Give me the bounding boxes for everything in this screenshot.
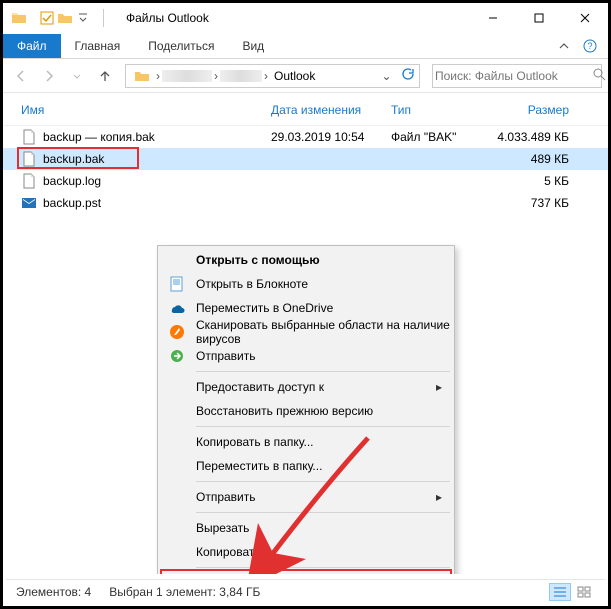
ctx-grant-access[interactable]: Предоставить доступ к▸ [160,375,452,399]
file-date: 29.03.2019 10:54 [271,130,391,144]
help-button[interactable]: ? [578,34,602,58]
refresh-button[interactable] [395,67,419,84]
file-name: backup — копия.bak [43,130,155,144]
ctx-copy-to-folder[interactable]: Копировать в папку... [160,430,452,454]
column-date[interactable]: Дата изменения [271,103,391,117]
qat-dropdown-icon[interactable] [75,10,91,26]
ctx-open-notepad[interactable]: Открыть в Блокноте [160,272,452,296]
tab-file[interactable]: Файл [3,34,61,58]
quick-access-toolbar [39,10,91,26]
ribbon-tabs: Файл Главная Поделиться Вид ? [3,33,608,59]
search-box[interactable] [432,64,602,88]
status-selection: Выбран 1 элемент: 3,84 ГБ [109,585,260,599]
file-icon [21,151,37,167]
window-title: Файлы Outlook [126,11,209,25]
ctx-create-shortcut[interactable]: Создать ярлык [160,571,452,574]
file-type: Файл "BAK" [391,130,489,144]
file-name: backup.log [43,174,101,188]
ctx-scan-virus[interactable]: Сканировать выбранные области на наличие… [160,320,452,344]
file-icon [21,173,37,189]
ctx-send-to[interactable]: Отправить [160,344,452,368]
address-segment-blurred[interactable] [220,70,262,82]
separator [103,9,104,27]
file-row[interactable]: backup.log 5 КБ [3,170,608,192]
address-dropdown-icon[interactable]: ⌄ [377,69,395,83]
ctx-open-with[interactable]: Открыть с помощью [160,248,452,272]
file-size: 5 КБ [489,174,569,188]
recent-dropdown-icon[interactable] [65,64,89,88]
separator [196,512,450,513]
ctx-send[interactable]: Отправить▸ [160,485,452,509]
up-button[interactable] [93,64,117,88]
chevron-right-icon[interactable]: › [212,69,220,83]
view-icons-button[interactable] [573,583,595,601]
send-icon [168,347,186,365]
svg-text:?: ? [587,41,592,51]
tab-share[interactable]: Поделиться [134,34,228,58]
ctx-copy[interactable]: Копировать [160,540,452,564]
search-input[interactable] [433,68,592,84]
address-segment[interactable]: Outlook [270,65,319,87]
title-bar: Файлы Outlook [3,3,608,33]
file-list-pane: Имя Дата изменения Тип Размер backup — к… [3,93,608,574]
tab-view[interactable]: Вид [228,34,278,58]
tab-home[interactable]: Главная [61,34,135,58]
address-segment-blurred[interactable] [162,70,212,82]
column-headers: Имя Дата изменения Тип Размер [3,93,608,126]
search-icon[interactable] [592,67,606,84]
status-item-count: Элементов: 4 [16,585,91,599]
context-menu: Открыть с помощью Открыть в Блокноте Пер… [157,245,455,574]
address-bar[interactable]: › › › Outlook ⌄ [125,64,420,88]
close-button[interactable] [562,3,608,33]
nav-bar: › › › Outlook ⌄ [3,59,608,93]
pst-icon [21,195,37,211]
file-row[interactable]: backup — копия.bak 29.03.2019 10:54 Файл… [3,126,608,148]
address-folder-icon [130,65,154,87]
separator [196,567,450,568]
file-icon [21,129,37,145]
column-type[interactable]: Тип [391,103,489,117]
forward-button[interactable] [37,64,61,88]
submenu-arrow-icon: ▸ [436,380,452,394]
maximize-button[interactable] [516,3,562,33]
file-name: backup.pst [43,196,101,210]
file-row[interactable]: backup.pst 737 КБ [3,192,608,214]
file-size: 489 КБ [489,152,569,166]
status-bar: Элементов: 4 Выбран 1 элемент: 3,84 ГБ [6,579,605,603]
back-button[interactable] [9,64,33,88]
notepad-icon [168,275,186,293]
separator [196,481,450,482]
onedrive-icon [168,299,186,317]
minimize-button[interactable] [470,3,516,33]
ctx-restore-previous[interactable]: Восстановить прежнюю версию [160,399,452,423]
chevron-right-icon[interactable]: › [262,69,270,83]
file-size: 4.033.489 КБ [489,130,569,144]
ctx-move-to-folder[interactable]: Переместить в папку... [160,454,452,478]
avast-icon [168,323,186,341]
qat-folder-icon[interactable] [57,10,73,26]
file-name: backup.bak [43,152,104,166]
ctx-cut[interactable]: Вырезать [160,516,452,540]
folder-icon [11,10,27,26]
chevron-right-icon[interactable]: › [154,69,162,83]
ctx-move-onedrive[interactable]: Переместить в OneDrive [160,296,452,320]
submenu-arrow-icon: ▸ [436,490,452,504]
file-row[interactable]: backup.bak 489 КБ [3,148,608,170]
column-name[interactable]: Имя [21,103,271,117]
qat-checkbox-icon[interactable] [39,10,55,26]
separator [196,371,450,372]
column-size[interactable]: Размер [489,103,569,117]
separator [196,426,450,427]
ribbon-collapse-icon[interactable] [552,34,576,58]
file-size: 737 КБ [489,196,569,210]
view-details-button[interactable] [549,583,571,601]
